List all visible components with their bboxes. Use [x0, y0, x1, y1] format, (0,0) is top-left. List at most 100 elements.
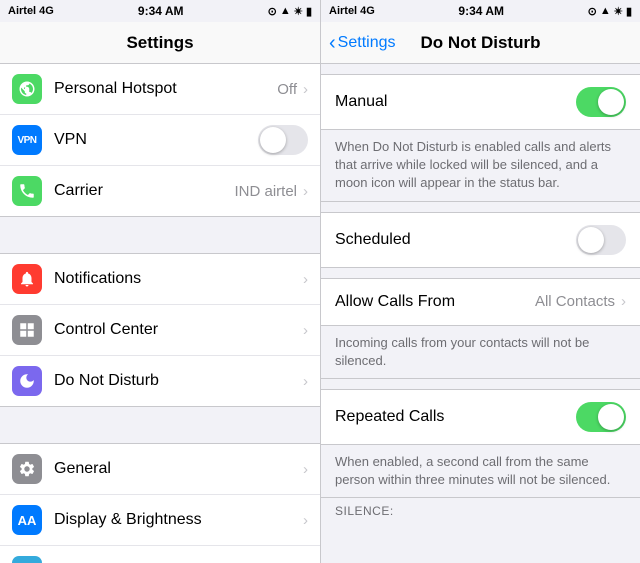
notifications-chevron: › [303, 271, 308, 288]
right-bluetooth-icon: ✴ [614, 5, 623, 18]
allow-calls-value: All Contacts [535, 293, 615, 310]
left-settings-content: Personal Hotspot Off › VPN VPN Carrier I… [0, 64, 320, 563]
left-status-bar: Airtel 4G 9:34 AM ⊙ ▲ ✴ ▮ [0, 0, 320, 22]
control-center-chevron: › [303, 322, 308, 339]
carrier-icon [12, 176, 42, 206]
general-icon [12, 454, 42, 484]
dnd-chevron: › [303, 373, 308, 390]
back-text: Settings [338, 34, 396, 52]
settings-group-notifications: Notifications › Control Center › D [0, 253, 320, 407]
bluetooth-icon: ✴ [294, 5, 303, 18]
spacer-2 [0, 425, 320, 443]
settings-item-do-not-disturb[interactable]: Do Not Disturb › [0, 356, 320, 406]
carrier-label: Carrier [54, 182, 234, 200]
hotspot-chevron: › [303, 81, 308, 98]
allow-calls-chevron: › [621, 293, 626, 310]
battery-icon: ▮ [306, 5, 312, 18]
settings-item-wallpaper[interactable]: Wallpaper › [0, 546, 320, 563]
right-time: 9:34 AM [458, 4, 504, 18]
dnd-spacer-1 [321, 64, 640, 74]
left-network: 4G [39, 5, 54, 17]
vpn-icon: VPN [12, 125, 42, 155]
left-nav-title: Settings [126, 33, 193, 53]
dnd-content: Manual When Do Not Disturb is enabled ca… [321, 64, 640, 563]
left-carrier: Airtel [8, 5, 36, 17]
dnd-item-manual[interactable]: Manual [321, 75, 640, 129]
dnd-label: Do Not Disturb [54, 372, 303, 390]
control-center-icon [12, 315, 42, 345]
right-status-right: ⊙ ▲ ✴ ▮ [588, 5, 632, 18]
display-label: Display & Brightness [54, 511, 303, 529]
settings-item-notifications[interactable]: Notifications › [0, 254, 320, 305]
repeated-description: When enabled, a second call from the sam… [321, 445, 640, 498]
calls-description: Incoming calls from your contacts will n… [321, 326, 640, 379]
carrier-value: IND airtel [234, 183, 297, 200]
scheduled-label: Scheduled [335, 231, 576, 249]
left-time: 9:34 AM [138, 4, 184, 18]
left-panel: Airtel 4G 9:34 AM ⊙ ▲ ✴ ▮ Settings [0, 0, 320, 563]
dnd-section-manual: Manual [321, 74, 640, 130]
left-nav-bar: Settings [0, 22, 320, 64]
settings-item-hotspot[interactable]: Personal Hotspot Off › [0, 64, 320, 115]
hotspot-label: Personal Hotspot [54, 80, 277, 98]
settings-group-network: Personal Hotspot Off › VPN VPN Carrier I… [0, 64, 320, 217]
scheduled-toggle-thumb [578, 227, 604, 253]
dnd-spacer-4 [321, 379, 640, 389]
scheduled-toggle[interactable] [576, 225, 626, 255]
dnd-item-repeated[interactable]: Repeated Calls [321, 390, 640, 444]
back-arrow-icon: ‹ [329, 33, 336, 53]
hotspot-icon [12, 74, 42, 104]
carrier-chevron: › [303, 183, 308, 200]
settings-item-general[interactable]: General › [0, 444, 320, 495]
manual-toggle-thumb [598, 89, 624, 115]
repeated-calls-label: Repeated Calls [335, 408, 576, 426]
settings-item-vpn[interactable]: VPN VPN [0, 115, 320, 166]
allow-calls-label: Allow Calls From [335, 293, 535, 311]
right-network: 4G [360, 5, 375, 17]
manual-toggle[interactable] [576, 87, 626, 117]
dnd-section-calls: Allow Calls From All Contacts › [321, 278, 640, 326]
settings-item-carrier[interactable]: Carrier IND airtel › [0, 166, 320, 216]
right-battery-icon: ▮ [626, 5, 632, 18]
left-status-right: ⊙ ▲ ✴ ▮ [268, 5, 312, 18]
settings-item-display[interactable]: AA Display & Brightness › [0, 495, 320, 546]
right-panel: Airtel 4G 9:34 AM ⊙ ▲ ✴ ▮ ‹ Settings Do … [320, 0, 640, 563]
right-status-bar: Airtel 4G 9:34 AM ⊙ ▲ ✴ ▮ [321, 0, 640, 22]
left-status-left: Airtel 4G [8, 5, 54, 17]
right-status-left: Airtel 4G [329, 5, 375, 17]
right-nav-title: Do Not Disturb [421, 33, 541, 53]
wallpaper-icon [12, 556, 42, 563]
display-icon: AA [12, 505, 42, 535]
silence-header: SILENCE: [321, 498, 640, 522]
right-location-icon: ⊙ [588, 5, 597, 18]
spacer-1 [0, 235, 320, 253]
vpn-toggle-thumb [260, 127, 286, 153]
general-label: General [54, 460, 303, 478]
dnd-section-repeated: Repeated Calls [321, 389, 640, 445]
display-chevron: › [303, 512, 308, 529]
settings-group-appearance: General › AA Display & Brightness › Wall… [0, 443, 320, 563]
right-nav-bar: ‹ Settings Do Not Disturb [321, 22, 640, 64]
vpn-toggle[interactable] [258, 125, 308, 155]
dnd-spacer-3 [321, 268, 640, 278]
notifications-label: Notifications [54, 270, 303, 288]
back-button[interactable]: ‹ Settings [329, 33, 395, 53]
manual-description: When Do Not Disturb is enabled calls and… [321, 130, 640, 202]
location-icon: ⊙ [268, 5, 277, 18]
dnd-spacer-2 [321, 202, 640, 212]
dnd-item-allow-calls[interactable]: Allow Calls From All Contacts › [321, 279, 640, 325]
settings-item-control-center[interactable]: Control Center › [0, 305, 320, 356]
right-carrier: Airtel [329, 5, 357, 17]
general-chevron: › [303, 461, 308, 478]
notifications-icon [12, 264, 42, 294]
hotspot-value: Off [277, 81, 297, 98]
right-wifi-icon: ▲ [600, 5, 611, 17]
dnd-section-scheduled: Scheduled [321, 212, 640, 268]
repeated-toggle-thumb [598, 404, 624, 430]
manual-label: Manual [335, 93, 576, 111]
vpn-label: VPN [54, 131, 258, 149]
repeated-toggle[interactable] [576, 402, 626, 432]
dnd-item-scheduled[interactable]: Scheduled [321, 213, 640, 267]
control-center-label: Control Center [54, 321, 303, 339]
wifi-icon: ▲ [280, 5, 291, 17]
